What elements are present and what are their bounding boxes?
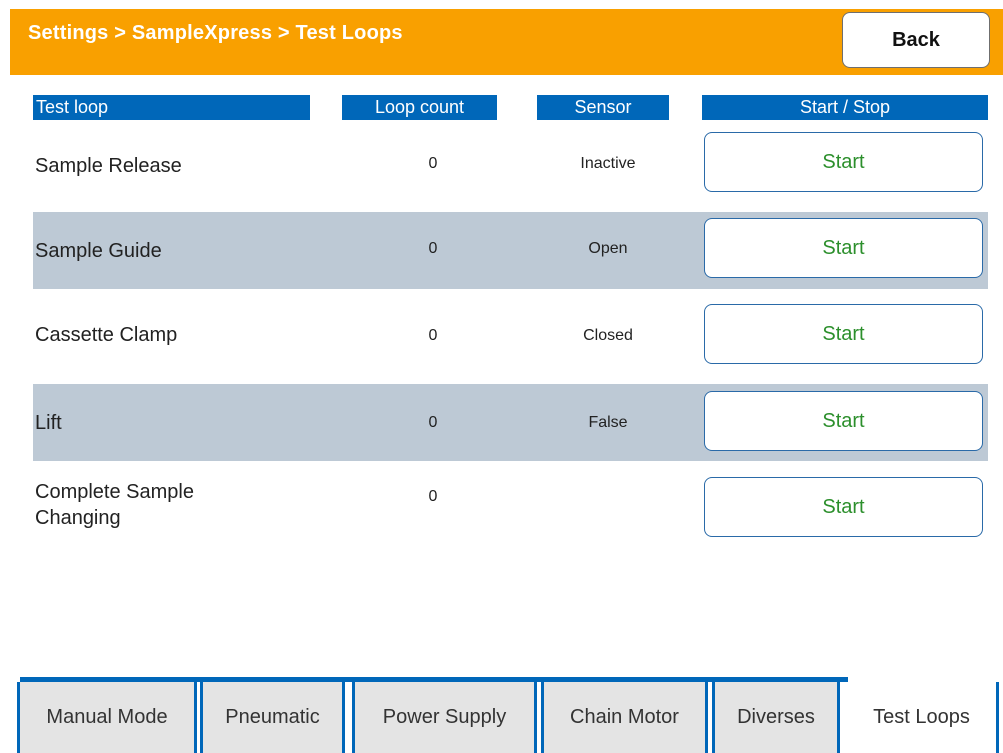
column-header-loop-count: Loop count <box>342 95 497 120</box>
start-button[interactable]: Start <box>704 132 983 192</box>
column-header-sensor: Sensor <box>537 95 669 120</box>
row-name: Sample Release <box>35 155 182 177</box>
row-loop-count: 0 <box>428 488 438 505</box>
row-name: Complete Sample Changing <box>35 481 194 529</box>
tab-chain-motor[interactable]: Chain Motor <box>541 682 708 753</box>
table-row: Sample Guide 0 Open Start <box>33 212 988 289</box>
row-sensor-state: False <box>588 414 628 431</box>
table-row: Lift 0 False Start <box>33 384 988 461</box>
tab-pneumatic[interactable]: Pneumatic <box>200 682 345 753</box>
row-loop-count: 0 <box>428 240 438 257</box>
start-button[interactable]: Start <box>704 304 983 364</box>
row-loop-count: 0 <box>428 327 438 344</box>
column-header-test-loop: Test loop <box>33 95 310 120</box>
back-button[interactable]: Back <box>842 12 990 68</box>
tab-test-loops[interactable]: Test Loops <box>847 682 999 753</box>
start-button[interactable]: Start <box>704 391 983 451</box>
table-row: Sample Release 0 Inactive Start <box>33 128 988 208</box>
row-name: Cassette Clamp <box>35 324 178 346</box>
row-sensor-state: Inactive <box>580 155 636 172</box>
table-row: Complete Sample Changing 0 Start <box>33 470 988 560</box>
row-loop-count: 0 <box>428 414 438 431</box>
table-row: Cassette Clamp 0 Closed Start <box>33 299 988 379</box>
row-loop-count: 0 <box>428 155 438 172</box>
tab-power-supply[interactable]: Power Supply <box>352 682 537 753</box>
start-button[interactable]: Start <box>704 218 983 278</box>
tab-diverses[interactable]: Diverses <box>712 682 840 753</box>
breadcrumb: Settings > SampleXpress > Test Loops <box>28 22 403 44</box>
row-name: Lift <box>35 412 62 434</box>
row-name: Sample Guide <box>35 240 162 262</box>
start-button[interactable]: Start <box>704 477 983 537</box>
tab-manual-mode[interactable]: Manual Mode <box>17 682 197 753</box>
column-header-start-stop: Start / Stop <box>702 95 988 120</box>
row-sensor-state: Open <box>588 240 628 257</box>
row-sensor-state: Closed <box>583 327 633 344</box>
